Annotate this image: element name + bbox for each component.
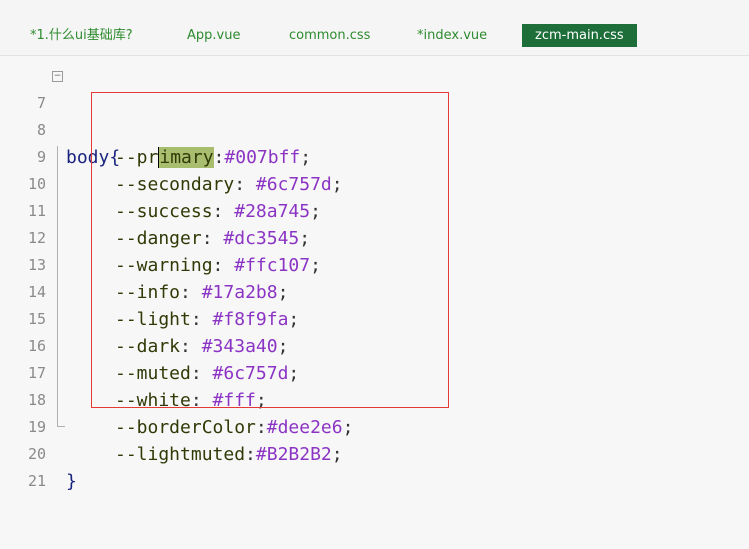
code-line[interactable]: 7 − body{ <box>0 63 749 168</box>
tab-common-css[interactable]: common.css <box>289 24 370 47</box>
code-editor[interactable]: 7 − body{ 8 --primary:#007bff; 9 --secon… <box>0 56 749 492</box>
tab-app-vue[interactable]: App.vue <box>187 24 240 47</box>
fold-toggle-icon[interactable]: − <box>52 71 63 82</box>
line-number: 21 <box>27 472 46 490</box>
tab-what-ui-library[interactable]: *1.什么ui基础库? <box>30 24 133 47</box>
tab-bar: *1.什么ui基础库? App.vue common.css *index.vu… <box>0 0 749 56</box>
tab-zcm-main-css[interactable]: zcm-main.css <box>522 24 637 47</box>
tab-index-vue[interactable]: *index.vue <box>417 24 487 47</box>
annotation-box <box>91 92 449 408</box>
closing-brace: } <box>66 471 77 492</box>
code-line[interactable]: 20 } <box>0 414 749 492</box>
code-line[interactable]: 21 <box>0 441 749 490</box>
